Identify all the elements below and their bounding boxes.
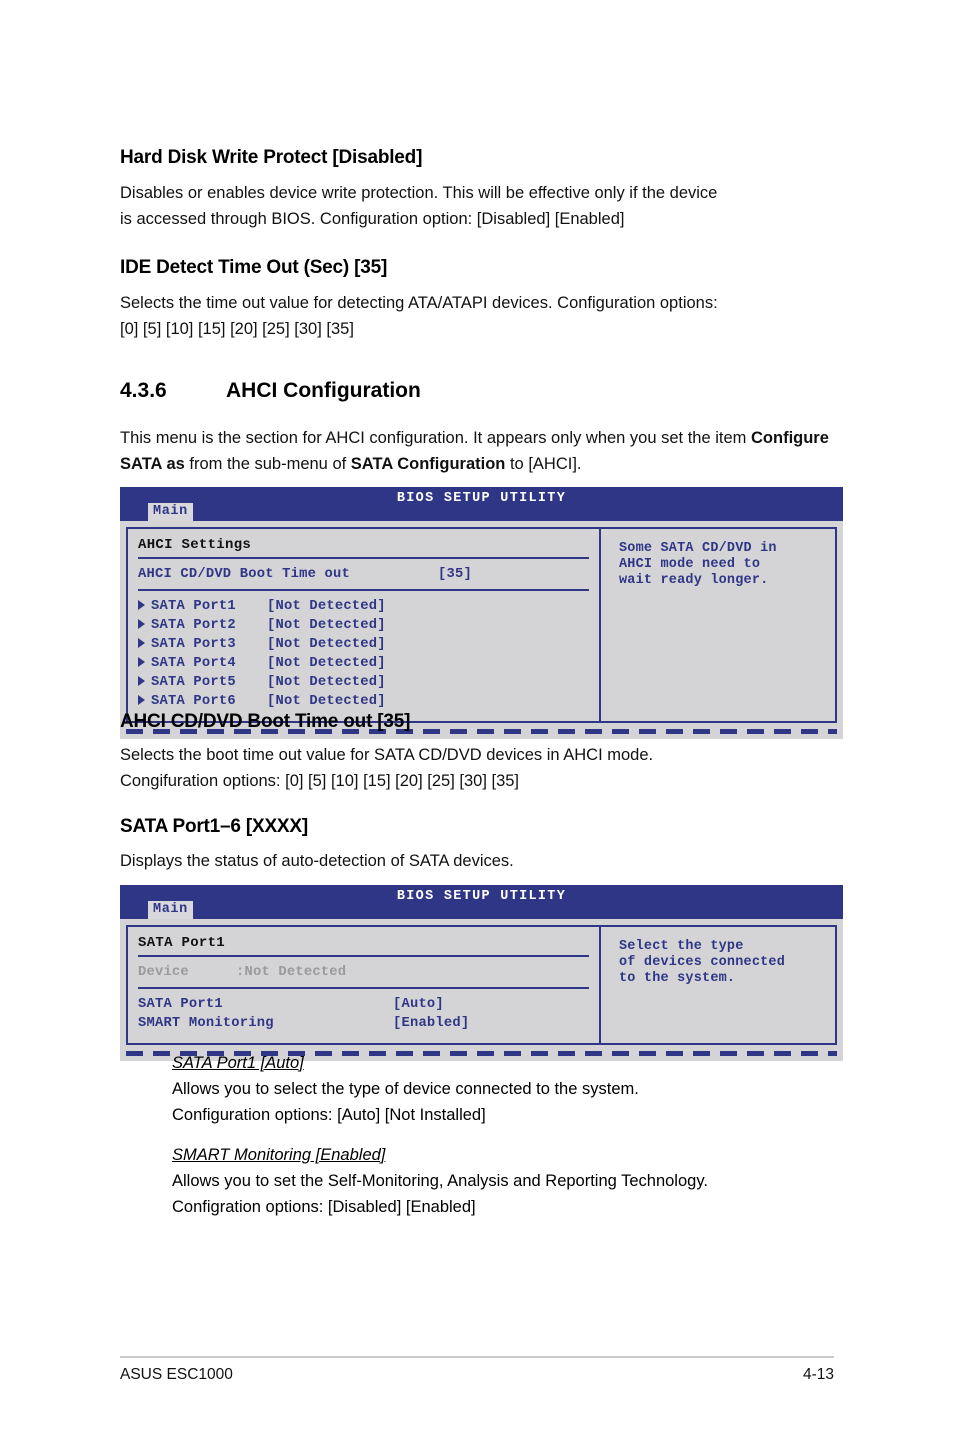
bios-screenshot-ahci-settings: BIOS SETUP UTILITY Main AHCI Settings AH… (120, 487, 843, 739)
intro-part-3: to [AHCI]. (505, 455, 582, 473)
footer-page-number: 4-13 (802, 1366, 834, 1383)
intro-bold-sata-configuration: SATA Configuration (350, 455, 506, 473)
help-line-2: AHCI mode need to (619, 557, 761, 572)
row-label: SATA Port1 (151, 599, 236, 614)
row-label: Device (138, 965, 189, 980)
help-line-3: to the system. (619, 971, 736, 986)
smart-sub-line-1: Allows you to set the Self-Monitoring, A… (172, 1172, 708, 1190)
hdwp-line-1: Disables or enables device write protect… (120, 184, 718, 202)
ide-line-1: Selects the time out value for detecting… (120, 294, 718, 312)
bios-row-sata-port1[interactable]: SATA Port1 [Not Detected] (138, 597, 589, 616)
hdwp-line-2: is accessed through BIOS. Configuration … (120, 210, 625, 228)
sata-port1-sub-line-2: Configuration options: [Auto] [Not Insta… (172, 1106, 486, 1124)
bios-help-pane: Select the type of devices connected to … (599, 925, 837, 1045)
triangle-right-icon (138, 638, 145, 648)
row-label: SATA Port4 (151, 656, 236, 671)
row-label: AHCI CD/DVD Boot Time out (138, 567, 350, 582)
row-label: SATA Port1 (138, 997, 223, 1012)
bios-settings-pane: AHCI Settings AHCI CD/DVD Boot Time out … (126, 527, 599, 723)
bios-divider-rule (138, 589, 589, 591)
row-value: [Not Detected] (267, 656, 386, 671)
row-value: [35] (438, 567, 472, 582)
row-label: SATA Port3 (151, 637, 236, 652)
bios-row-sata-port5[interactable]: SATA Port5 [Not Detected] (138, 673, 589, 692)
section-heading-ahci-configuration: 4.3.6 AHCI Configuration (120, 378, 860, 404)
bios-row-sata-port4[interactable]: SATA Port4 [Not Detected] (138, 654, 589, 673)
row-value: [Not Detected] (267, 618, 386, 633)
row-value: [Not Detected] (267, 599, 386, 614)
row-value: [Not Detected] (267, 694, 386, 709)
bios-row-smart-monitoring[interactable]: SMART Monitoring [Enabled] (138, 1014, 589, 1033)
row-label: SMART Monitoring (138, 1016, 274, 1031)
row-label: SATA Port6 (151, 694, 236, 709)
help-line-2: of devices connected (619, 955, 786, 970)
footer-product-name: ASUS ESC1000 (120, 1366, 233, 1383)
paragraph-hard-disk-write-protect: Disables or enables device write protect… (120, 180, 832, 232)
bios-row-sata-port3[interactable]: SATA Port3 [Not Detected] (138, 635, 589, 654)
heading-sata-port1-6: SATA Port1–6 [XXXX] (120, 816, 308, 837)
bios-header-bar: BIOS SETUP UTILITY Main (120, 885, 843, 919)
row-label: SATA Port5 (151, 675, 236, 690)
section-title: AHCI Configuration (226, 379, 421, 402)
subsection-sata-port1-auto: SATA Port1 [Auto] Allows you to select t… (172, 1050, 852, 1128)
heading-ide-detect-time-out: IDE Detect Time Out (Sec) [35] (120, 257, 388, 278)
bios-screenshot-sata-port1: BIOS SETUP UTILITY Main SATA Port1 Devic… (120, 885, 843, 1061)
bios-row-sata-port1-setting[interactable]: SATA Port1 [Auto] (138, 995, 589, 1014)
bios-header-bar: BIOS SETUP UTILITY Main (120, 487, 843, 521)
bios-row-ahci-cd-dvd-boot-time-out[interactable]: AHCI CD/DVD Boot Time out [35] (138, 565, 589, 584)
bios-group-title-ahci-settings: AHCI Settings (138, 537, 589, 559)
sata-ports-line-1: Displays the status of auto-detection of… (120, 852, 514, 870)
subheading-smart-monitoring-enabled: SMART Monitoring [Enabled] (172, 1146, 386, 1164)
bios-help-pane: Some SATA CD/DVD in AHCI mode need to wa… (599, 527, 837, 723)
document-page: Hard Disk Write Protect [Disabled] Disab… (0, 0, 954, 1438)
row-label: SATA Port2 (151, 618, 236, 633)
bios-tab-main[interactable]: Main (148, 503, 193, 521)
bios-row-device: Device :Not Detected (138, 963, 589, 982)
bios-body: AHCI Settings AHCI CD/DVD Boot Time out … (120, 521, 843, 723)
bios-row-sata-port6[interactable]: SATA Port6 [Not Detected] (138, 692, 589, 711)
heading-hard-disk-write-protect: Hard Disk Write Protect [Disabled] (120, 147, 423, 168)
help-line-3: wait ready longer. (619, 573, 769, 588)
bios-divider-rule (138, 987, 589, 989)
paragraph-ide-detect-time-out: Selects the time out value for detecting… (120, 290, 832, 342)
triangle-right-icon (138, 600, 145, 610)
bios-tab-main[interactable]: Main (148, 901, 193, 919)
triangle-right-icon (138, 695, 145, 705)
subsection-smart-monitoring-enabled: SMART Monitoring [Enabled] Allows you to… (172, 1142, 852, 1220)
smart-sub-line-2: Configration options: [Disabled] [Enable… (172, 1198, 476, 1216)
bios-title: BIOS SETUP UTILITY (396, 889, 567, 904)
help-line-1: Select the type (619, 939, 744, 954)
row-value: [Not Detected] (267, 637, 386, 652)
bios-title: BIOS SETUP UTILITY (396, 491, 567, 506)
ahci-boot-line-1: Selects the boot time out value for SATA… (120, 746, 654, 764)
row-value: :Not Detected (236, 965, 347, 980)
row-value: [Not Detected] (267, 675, 386, 690)
paragraph-ahci-cd-dvd-boot-time-out: Selects the boot time out value for SATA… (120, 742, 832, 794)
intro-part-2: from the sub-menu of (184, 455, 351, 473)
triangle-right-icon (138, 657, 145, 667)
help-line-1: Some SATA CD/DVD in (619, 541, 777, 556)
bios-settings-pane: SATA Port1 Device :Not Detected SATA Por… (126, 925, 599, 1045)
bios-body: SATA Port1 Device :Not Detected SATA Por… (120, 919, 843, 1045)
triangle-right-icon (138, 676, 145, 686)
sata-port1-sub-line-1: Allows you to select the type of device … (172, 1080, 639, 1098)
row-value: [Auto] (393, 997, 444, 1012)
heading-ahci-cd-dvd-boot-time-out: AHCI CD/DVD Boot Time out [35] (120, 711, 411, 732)
ahci-boot-line-2: Congifuration options: [0] [5] [10] [15]… (120, 772, 520, 790)
paragraph-sata-port1-6: Displays the status of auto-detection of… (120, 848, 832, 874)
intro-part-1: This menu is the section for AHCI config… (120, 429, 751, 447)
bios-row-sata-port2[interactable]: SATA Port2 [Not Detected] (138, 616, 589, 635)
ide-line-2: [0] [5] [10] [15] [20] [25] [30] [35] (120, 320, 354, 338)
paragraph-ahci-configuration-intro: This menu is the section for AHCI config… (120, 425, 832, 477)
row-value: [Enabled] (393, 1016, 470, 1031)
subheading-sata-port1-auto: SATA Port1 [Auto] (172, 1054, 304, 1072)
bios-group-title-sata-port1: SATA Port1 (138, 935, 589, 957)
triangle-right-icon (138, 619, 145, 629)
footer-divider (120, 1356, 834, 1358)
section-number: 4.3.6 (120, 379, 167, 402)
